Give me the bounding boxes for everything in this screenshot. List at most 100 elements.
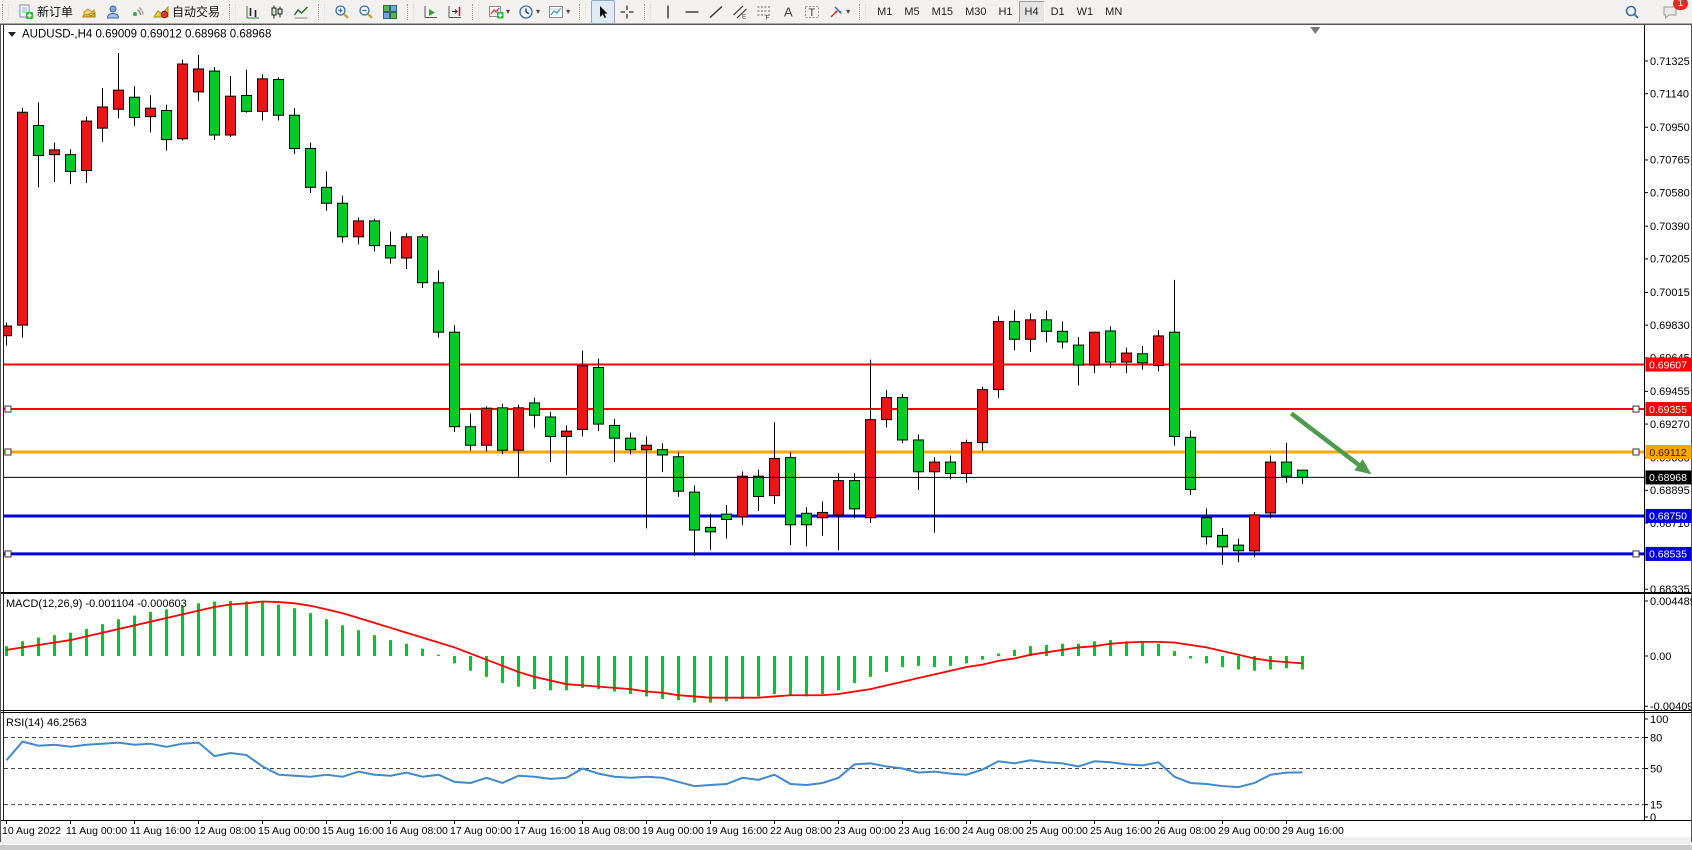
auto-scroll-button[interactable] — [419, 0, 443, 24]
page-title: AUDUSD-,H4 0.69009 0.69012 0.68968 0.689… — [22, 29, 271, 41]
zoom-in-button[interactable] — [330, 0, 354, 24]
candle-body — [370, 221, 380, 246]
chevron-down-icon: ▾ — [566, 7, 570, 16]
auto-trading-button-label: 自动交易 — [172, 3, 220, 20]
candle-body — [1170, 332, 1180, 436]
text-button[interactable]: A — [776, 0, 800, 24]
candle-body — [1266, 462, 1276, 513]
crosshair-button[interactable] — [615, 0, 639, 24]
auto-trading-button[interactable]: 自动交易 — [149, 0, 224, 24]
profile-button[interactable] — [101, 0, 125, 24]
candle-body — [546, 417, 556, 436]
candle-body — [210, 71, 220, 135]
signal-button[interactable] — [125, 0, 149, 24]
candle-body — [530, 403, 540, 415]
horizontal-line-button[interactable] — [680, 0, 704, 24]
chart-shift-button[interactable] — [443, 0, 467, 24]
candle-body — [1154, 336, 1164, 366]
periods-button[interactable]: ▾ — [514, 0, 544, 24]
label-icon: T — [804, 4, 820, 20]
new-order-button[interactable]: 新订单 — [14, 0, 77, 24]
trendline-button[interactable] — [704, 0, 728, 24]
rsi-tick-label: 80 — [1650, 732, 1662, 744]
label-button[interactable]: T — [800, 0, 824, 24]
timeframe-d1-button[interactable]: D1 — [1045, 1, 1071, 23]
line-chart-button[interactable] — [289, 0, 313, 24]
arrows-button[interactable]: ▾ — [824, 0, 854, 24]
time-tick-label: 16 Aug 08:00 — [386, 825, 448, 837]
toolbar-separator — [318, 4, 325, 20]
rsi-tick-label: 100 — [1650, 714, 1668, 726]
timeframe-m5-button[interactable]: M5 — [898, 1, 925, 23]
price-tick-label: 0.68335 — [1650, 584, 1690, 596]
level-selection-handle[interactable] — [5, 551, 11, 557]
tile-windows-button[interactable] — [378, 0, 402, 24]
main-toolbar: 新订单自动交易▾▾▾EFAT▾M1M5M15M30H1H4D1W1MN1 — [0, 0, 1692, 24]
candle-body — [290, 115, 300, 148]
new-order-icon — [18, 4, 34, 20]
candle-body — [626, 438, 636, 449]
timeframe-m30-button[interactable]: M30 — [959, 1, 992, 23]
candle-body — [1074, 345, 1084, 365]
timeframe-m1-button[interactable]: M1 — [871, 1, 898, 23]
candle-body — [434, 283, 444, 332]
candle-body — [1090, 332, 1100, 365]
candle-body — [946, 462, 956, 473]
candle-body — [274, 80, 284, 116]
time-tick-label: 23 Aug 16:00 — [898, 825, 960, 837]
candle-body — [978, 390, 988, 443]
vertical-line-button[interactable] — [656, 0, 680, 24]
timeframe-h1-button[interactable]: H1 — [992, 1, 1018, 23]
search-button[interactable] — [1620, 0, 1644, 24]
candle-body — [226, 96, 236, 135]
candle-body — [162, 110, 172, 139]
cursor-button[interactable] — [591, 0, 615, 24]
new-order-button-label: 新订单 — [37, 3, 73, 20]
candlestick-chart-button[interactable] — [265, 0, 289, 24]
indicators-button[interactable]: ▾ — [484, 0, 514, 24]
notification-badge: 1 — [1673, 0, 1688, 10]
bars-chart-button[interactable] — [241, 0, 265, 24]
chart-svg[interactable]: 0.713250.711400.709500.707650.705800.703… — [0, 24, 1692, 845]
zoom-out-button[interactable] — [354, 0, 378, 24]
level-selection-handle[interactable] — [5, 449, 11, 455]
profile-icon — [105, 4, 121, 20]
auto-trading-icon — [153, 4, 169, 20]
notifications-button[interactable]: 1 — [1658, 0, 1682, 24]
chart-window[interactable]: 0.713250.711400.709500.707650.705800.703… — [0, 24, 1692, 845]
candle-body — [418, 237, 428, 283]
timeframe-h4-button[interactable]: H4 — [1019, 1, 1045, 23]
toolbar-separator — [644, 4, 651, 20]
svg-text:A: A — [784, 4, 793, 19]
candle-body — [354, 221, 364, 237]
timeframe-w1-button[interactable]: W1 — [1071, 1, 1100, 23]
time-tick-label: 25 Aug 00:00 — [1026, 825, 1088, 837]
time-tick-label: 26 Aug 08:00 — [1154, 825, 1216, 837]
clock-icon — [518, 4, 534, 20]
templates-button[interactable]: ▾ — [544, 0, 574, 24]
time-tick-label: 24 Aug 08:00 — [962, 825, 1024, 837]
time-tick-label: 15 Aug 16:00 — [322, 825, 384, 837]
candle-body — [1122, 353, 1132, 362]
candle-body — [1202, 518, 1212, 537]
candle-body — [242, 95, 252, 111]
candle-body — [1010, 322, 1020, 340]
channel-button[interactable]: E — [728, 0, 752, 24]
horizontal-line-icon — [684, 4, 700, 20]
level-selection-handle[interactable] — [1633, 551, 1639, 557]
chart-window-button[interactable] — [77, 0, 101, 24]
line-chart-icon — [293, 4, 309, 20]
price-tick-label: 0.70015 — [1650, 287, 1690, 299]
candle-body — [146, 108, 156, 116]
toolbar-separator — [2, 4, 9, 20]
time-tick-label: 25 Aug 16:00 — [1090, 825, 1152, 837]
level-selection-handle[interactable] — [1633, 449, 1639, 455]
timeframe-m15-button[interactable]: M15 — [926, 1, 959, 23]
level-selection-handle[interactable] — [5, 406, 11, 412]
level-selection-handle[interactable] — [1633, 406, 1639, 412]
time-tick-label: 22 Aug 08:00 — [770, 825, 832, 837]
timeframe-mn-button[interactable]: MN — [1099, 1, 1128, 23]
fibonacci-button[interactable]: F — [752, 0, 776, 24]
candle-body — [738, 476, 748, 517]
candle-body — [818, 512, 828, 517]
